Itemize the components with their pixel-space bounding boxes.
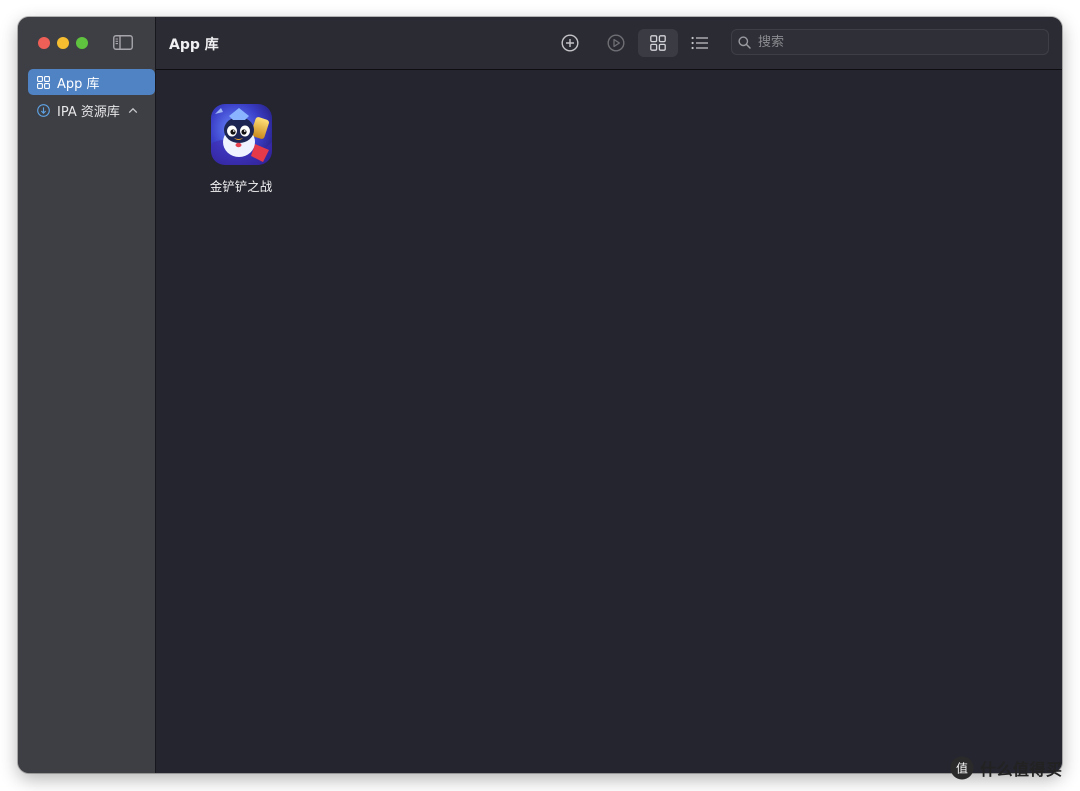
watermark-text: 什么值得买 bbox=[980, 760, 1063, 779]
list-view-button[interactable] bbox=[686, 29, 714, 57]
watermark: 值 什么值得买 bbox=[950, 755, 1063, 781]
toolbar: App 库 bbox=[156, 17, 1062, 70]
app-name-label: 金铲铲之战 bbox=[209, 179, 273, 194]
game-app-icon[interactable] bbox=[210, 104, 272, 165]
play-circle-icon bbox=[607, 34, 625, 52]
search-input[interactable] bbox=[756, 33, 1040, 51]
list-view-icon bbox=[691, 36, 708, 50]
sidebar-toggle-icon bbox=[113, 35, 133, 50]
chevron-up-icon[interactable] bbox=[128, 107, 138, 114]
download-circle-icon bbox=[36, 103, 50, 117]
plus-circle-icon bbox=[561, 34, 579, 52]
sidebar-item-app-library[interactable]: App 库 bbox=[28, 69, 155, 95]
search-icon bbox=[738, 35, 751, 49]
grid-view-icon bbox=[650, 35, 666, 51]
close-window-button[interactable] bbox=[38, 37, 50, 49]
search-field[interactable] bbox=[731, 29, 1049, 55]
sidebar-item-label: App 库 bbox=[57, 76, 100, 92]
sidebar-toggle-button[interactable] bbox=[113, 34, 133, 51]
minimize-window-button[interactable] bbox=[57, 37, 69, 49]
page-title: App 库 bbox=[169, 37, 219, 53]
sidebar: App 库 IPA 资源库 bbox=[18, 17, 156, 773]
grid-view-button[interactable] bbox=[638, 29, 678, 57]
grid-icon bbox=[36, 75, 50, 89]
app-tile[interactable]: 金铲铲之战 bbox=[196, 104, 286, 195]
zoom-window-button[interactable] bbox=[76, 37, 88, 49]
app-window: App 库 IPA 资源库 App 库 搜索 金铲铲之战 bbox=[18, 17, 1062, 773]
sidebar-item-ipa-library[interactable]: IPA 资源库 bbox=[28, 97, 155, 123]
run-app-button[interactable] bbox=[602, 29, 630, 57]
sidebar-item-label: IPA 资源库 bbox=[57, 104, 120, 120]
add-app-button[interactable] bbox=[556, 29, 584, 57]
svg-text:值: 值 bbox=[956, 761, 968, 776]
watermark-logo-icon: 值 bbox=[950, 756, 974, 780]
app-library-grid: 金铲铲之战 bbox=[156, 70, 1062, 773]
